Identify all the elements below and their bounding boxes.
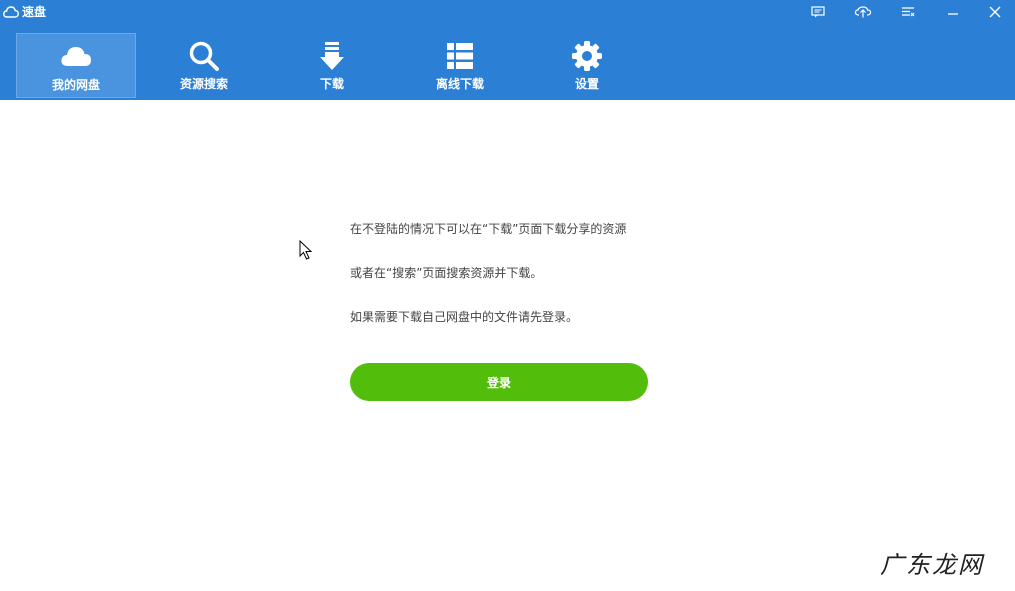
tab-label: 我的网盘 (51, 78, 100, 92)
info-line-download: 在不登陆的情况下可以在“下载”页面下载分享的资源 (350, 222, 627, 236)
app-title: 速盘 (22, 5, 47, 19)
tab-label: 资源搜索 (179, 77, 228, 91)
main-toolbar: 我的网盘 资源搜索 下载 离线下载 设置 (0, 32, 1015, 100)
minimize-button[interactable] (933, 0, 973, 24)
login-button[interactable]: 登录 (350, 363, 648, 401)
main-content: 在不登陆的情况下可以在“下载”页面下载分享的资源 或者在“搜索”页面搜索资源并下… (0, 100, 1015, 591)
mouse-cursor-icon (299, 240, 313, 260)
watermark: 广东龙网 (880, 551, 984, 579)
tab-label: 下载 (319, 77, 344, 91)
search-icon (189, 41, 219, 71)
list-icon (447, 43, 473, 69)
app-logo-icon (3, 6, 19, 18)
tab-resource-search[interactable]: 资源搜索 (144, 33, 264, 98)
title-bar[interactable]: 速盘 (0, 0, 1015, 24)
tab-my-netdisk[interactable]: 我的网盘 (16, 33, 136, 98)
minimize-icon (948, 13, 958, 15)
tab-label: 设置 (574, 77, 599, 91)
feedback-icon (811, 6, 825, 18)
download-icon (320, 42, 344, 70)
menu-button[interactable] (888, 0, 928, 24)
app-header: 速盘 我的网盘 资源搜索 下载 离线下载 设置 (0, 0, 1015, 100)
tab-settings[interactable]: 设置 (527, 33, 647, 98)
feedback-button[interactable] (798, 0, 838, 24)
cloud-icon (61, 47, 91, 66)
menu-icon (902, 7, 915, 17)
gear-icon (572, 41, 602, 71)
tab-label: 离线下载 (435, 77, 484, 91)
info-line-search: 或者在“搜索”页面搜索资源并下载。 (350, 266, 543, 280)
tab-download[interactable]: 下载 (272, 33, 392, 98)
info-line-login-hint: 如果需要下载自己网盘中的文件请先登录。 (350, 310, 579, 324)
close-button[interactable] (975, 0, 1015, 24)
close-icon (989, 6, 1001, 18)
skin-icon (854, 6, 872, 18)
skin-button[interactable] (843, 0, 883, 24)
tab-offline-download[interactable]: 离线下载 (400, 33, 520, 98)
